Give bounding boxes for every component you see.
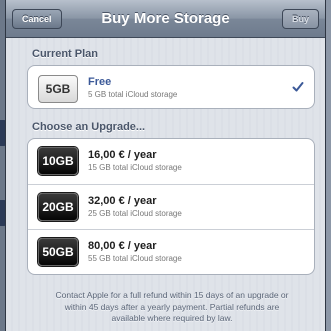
upgrade-option-10gb[interactable]: 10GB 16,00 € / year 15 GB total iCloud s… [28, 139, 314, 184]
storage-badge-20gb: 20GB [38, 193, 78, 221]
upgrade-option-50gb[interactable]: 50GB 80,00 € / year 55 GB total iCloud s… [28, 229, 314, 274]
refund-notice-line: within 45 days after a yearly payment. P… [64, 301, 280, 312]
refund-notice: Contact Apple for a full refund within 1… [28, 290, 316, 325]
storage-badge-5gb: 5GB [38, 75, 78, 103]
content-area: Current Plan 5GB Free 5 GB total iCloud … [6, 38, 325, 331]
current-plan-header: Current Plan [32, 48, 99, 60]
option-price: 32,00 € / year [88, 195, 157, 207]
refund-notice-line: available where required by law. [111, 313, 233, 323]
page-title: Buy More Storage [101, 10, 230, 27]
refund-notice-line: Contact Apple for a full refund within 1… [55, 290, 289, 300]
current-plan-row[interactable]: 5GB Free 5 GB total iCloud storage [28, 66, 314, 108]
option-price: 16,00 € / year [88, 149, 157, 161]
upgrade-options-group: 10GB 16,00 € / year 15 GB total iCloud s… [27, 138, 315, 275]
option-subtitle: 25 GB total iCloud storage [88, 209, 182, 218]
buy-button[interactable]: Buy [281, 9, 319, 29]
buy-storage-sheet: Cancel Buy More Storage Buy Current Plan… [5, 0, 326, 331]
plan-title: Free [88, 76, 112, 88]
option-price: 80,00 € / year [88, 240, 157, 252]
storage-badge-50gb: 50GB [38, 238, 78, 266]
current-plan-group: 5GB Free 5 GB total iCloud storage [27, 65, 315, 109]
checkmark-icon [292, 82, 304, 92]
option-subtitle: 55 GB total iCloud storage [88, 254, 182, 263]
upgrade-header: Choose an Upgrade... [32, 121, 146, 133]
option-subtitle: 15 GB total iCloud storage [88, 163, 182, 172]
navigation-bar: Cancel Buy More Storage Buy [6, 0, 325, 38]
plan-subtitle: 5 GB total iCloud storage [88, 90, 178, 99]
upgrade-option-20gb[interactable]: 20GB 32,00 € / year 25 GB total iCloud s… [28, 184, 314, 229]
storage-badge-10gb: 10GB [38, 147, 78, 175]
